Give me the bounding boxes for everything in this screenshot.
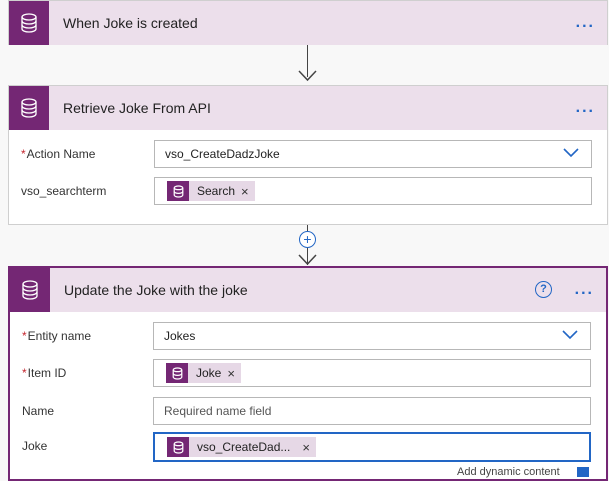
arrow-down-icon	[298, 254, 317, 266]
add-step-button[interactable]: +	[299, 231, 316, 248]
chevron-down-icon[interactable]	[563, 148, 579, 158]
more-options-icon[interactable]: ...	[576, 86, 595, 130]
searchterm-row: vso_searchterm Search ×	[9, 177, 607, 205]
retrieve-joke-card-header[interactable]: Retrieve Joke From API ...	[9, 86, 607, 130]
entity-name-row: *Entity name Jokes	[10, 322, 606, 350]
update-joke-card[interactable]: Update the Joke with the joke ? ... *Ent…	[8, 266, 608, 481]
action-name-row: *Action Name vso_CreateDadzJoke	[9, 140, 607, 168]
remove-token-icon[interactable]: ×	[227, 366, 235, 381]
name-row: Name Required name field	[10, 397, 606, 425]
joke-token[interactable]: Joke ×	[166, 363, 241, 383]
database-icon	[166, 363, 188, 383]
action-name-label: *Action Name	[21, 147, 96, 161]
joke-input[interactable]: vso_CreateDad... ×	[153, 432, 591, 462]
more-options-icon[interactable]: ...	[576, 1, 595, 45]
action-name-dropdown[interactable]: vso_CreateDadzJoke	[154, 140, 592, 168]
dynamic-content-toggle[interactable]	[577, 467, 589, 477]
name-placeholder: Required name field	[164, 404, 272, 418]
entity-name-value: Jokes	[164, 329, 196, 343]
update-joke-card-title: Update the Joke with the joke	[64, 282, 248, 298]
trigger-card-title: When Joke is created	[63, 15, 198, 31]
name-input[interactable]: Required name field	[153, 397, 591, 425]
database-icon	[9, 1, 49, 45]
required-mark: *	[22, 329, 27, 343]
database-icon	[167, 181, 189, 201]
retrieve-joke-card[interactable]: Retrieve Joke From API ... *Action Name …	[8, 85, 608, 225]
database-icon	[167, 437, 189, 457]
database-icon	[10, 268, 50, 312]
action-name-value: vso_CreateDadzJoke	[165, 147, 280, 161]
add-dynamic-content-link[interactable]: Add dynamic content	[457, 466, 560, 478]
searchterm-input[interactable]: Search ×	[154, 177, 592, 205]
joke-token-label: Joke	[196, 366, 222, 380]
remove-token-icon[interactable]: ×	[302, 440, 310, 455]
trigger-card-header[interactable]: When Joke is created ...	[9, 1, 607, 45]
searchterm-label: vso_searchterm	[21, 184, 107, 198]
database-icon	[9, 86, 49, 130]
arrow-down-icon	[298, 70, 317, 82]
item-id-row: *Item ID Joke ×	[10, 359, 606, 387]
remove-token-icon[interactable]: ×	[241, 184, 249, 199]
create-dad-joke-token[interactable]: vso_CreateDad... ×	[167, 437, 316, 457]
more-options-icon[interactable]: ...	[575, 268, 594, 312]
joke-row: Joke vso_CreateDad... ×	[10, 432, 606, 462]
create-dad-joke-token-label: vso_CreateDad...	[197, 440, 291, 454]
update-joke-card-header[interactable]: Update the Joke with the joke ? ...	[10, 268, 606, 312]
required-mark: *	[22, 366, 27, 380]
search-token-label: Search	[197, 184, 236, 198]
item-id-label: *Item ID	[22, 366, 67, 380]
chevron-down-icon[interactable]	[562, 330, 578, 340]
trigger-card[interactable]: When Joke is created ...	[8, 0, 608, 45]
help-icon[interactable]: ?	[535, 281, 552, 298]
item-id-input[interactable]: Joke ×	[153, 359, 591, 387]
joke-label: Joke	[22, 439, 48, 453]
name-label: Name	[22, 404, 55, 418]
entity-name-label: *Entity name	[22, 329, 92, 343]
search-token[interactable]: Search ×	[167, 181, 255, 201]
required-mark: *	[21, 147, 26, 161]
entity-name-dropdown[interactable]: Jokes	[153, 322, 591, 350]
retrieve-joke-card-title: Retrieve Joke From API	[63, 100, 211, 116]
